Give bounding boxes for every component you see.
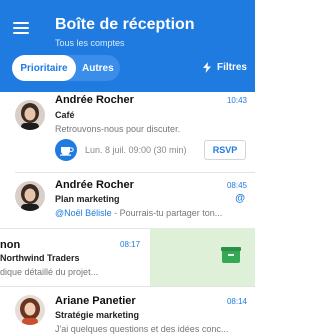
app-header: Boîte de réception Tous les comptes Prio… (0, 0, 255, 92)
account-subtitle[interactable]: Tous les comptes (55, 38, 125, 48)
sender-name: Andrée Rocher (55, 94, 134, 106)
email-time: 08:17 (120, 240, 141, 249)
mention-indicator: @ (235, 193, 245, 204)
email-time: 08:14 (226, 297, 247, 306)
mention-name: @Noël Bélisle (55, 208, 112, 218)
email-subject: Café (55, 110, 75, 120)
menu-icon[interactable] (13, 22, 29, 34)
avatar (15, 100, 45, 130)
page-title: Boîte de réception (55, 16, 195, 33)
calendar-event-icon (55, 139, 77, 161)
email-preview: @Noël Bélisle - Pourrais-tu partager ton… (55, 208, 247, 218)
sender-name: non (0, 239, 21, 251)
email-subject: Plan marketing (55, 194, 120, 204)
inbox-tabs: Prioritaire Autres (12, 55, 120, 81)
sender-name: Ariane Panetier (55, 295, 136, 307)
tab-prioritaire[interactable]: Prioritaire (12, 55, 76, 81)
avatar (15, 295, 45, 325)
list-item[interactable]: Andrée Rocher 10:43 Café Retrouvons-nous… (0, 92, 255, 172)
list-item[interactable]: non 08:17 Northwind Traders dique détail… (0, 229, 255, 286)
list-item[interactable]: Andrée Rocher 08:45 Plan marketing @ @No… (0, 173, 255, 228)
email-time: 10:43 (226, 96, 247, 105)
preview-text: - Pourrais-tu partager ton... (111, 208, 223, 218)
sender-name: Andrée Rocher (55, 179, 134, 191)
rsvp-button[interactable]: RSVP (204, 140, 246, 160)
avatar (15, 181, 45, 211)
filters-button[interactable]: Filtres (202, 62, 247, 73)
filters-label: Filtres (216, 62, 247, 73)
list-item[interactable]: Ariane Panetier 08:14 Stratégie marketin… (0, 287, 255, 336)
email-preview: dique détaillé du projet... (0, 267, 99, 277)
email-time: 08:45 (226, 181, 247, 190)
email-subject: Stratégie marketing (55, 310, 140, 320)
tab-autres[interactable]: Autres (82, 55, 118, 81)
email-preview: J'ai quelques questions et des idées con… (55, 324, 229, 334)
lightning-icon (202, 62, 211, 73)
event-time: Lun. 8 juil. 09:00 (30 min) (85, 145, 187, 155)
email-subject: Northwind Traders (0, 253, 80, 263)
email-preview: Retrouvons-nous pour discuter. (55, 124, 181, 134)
